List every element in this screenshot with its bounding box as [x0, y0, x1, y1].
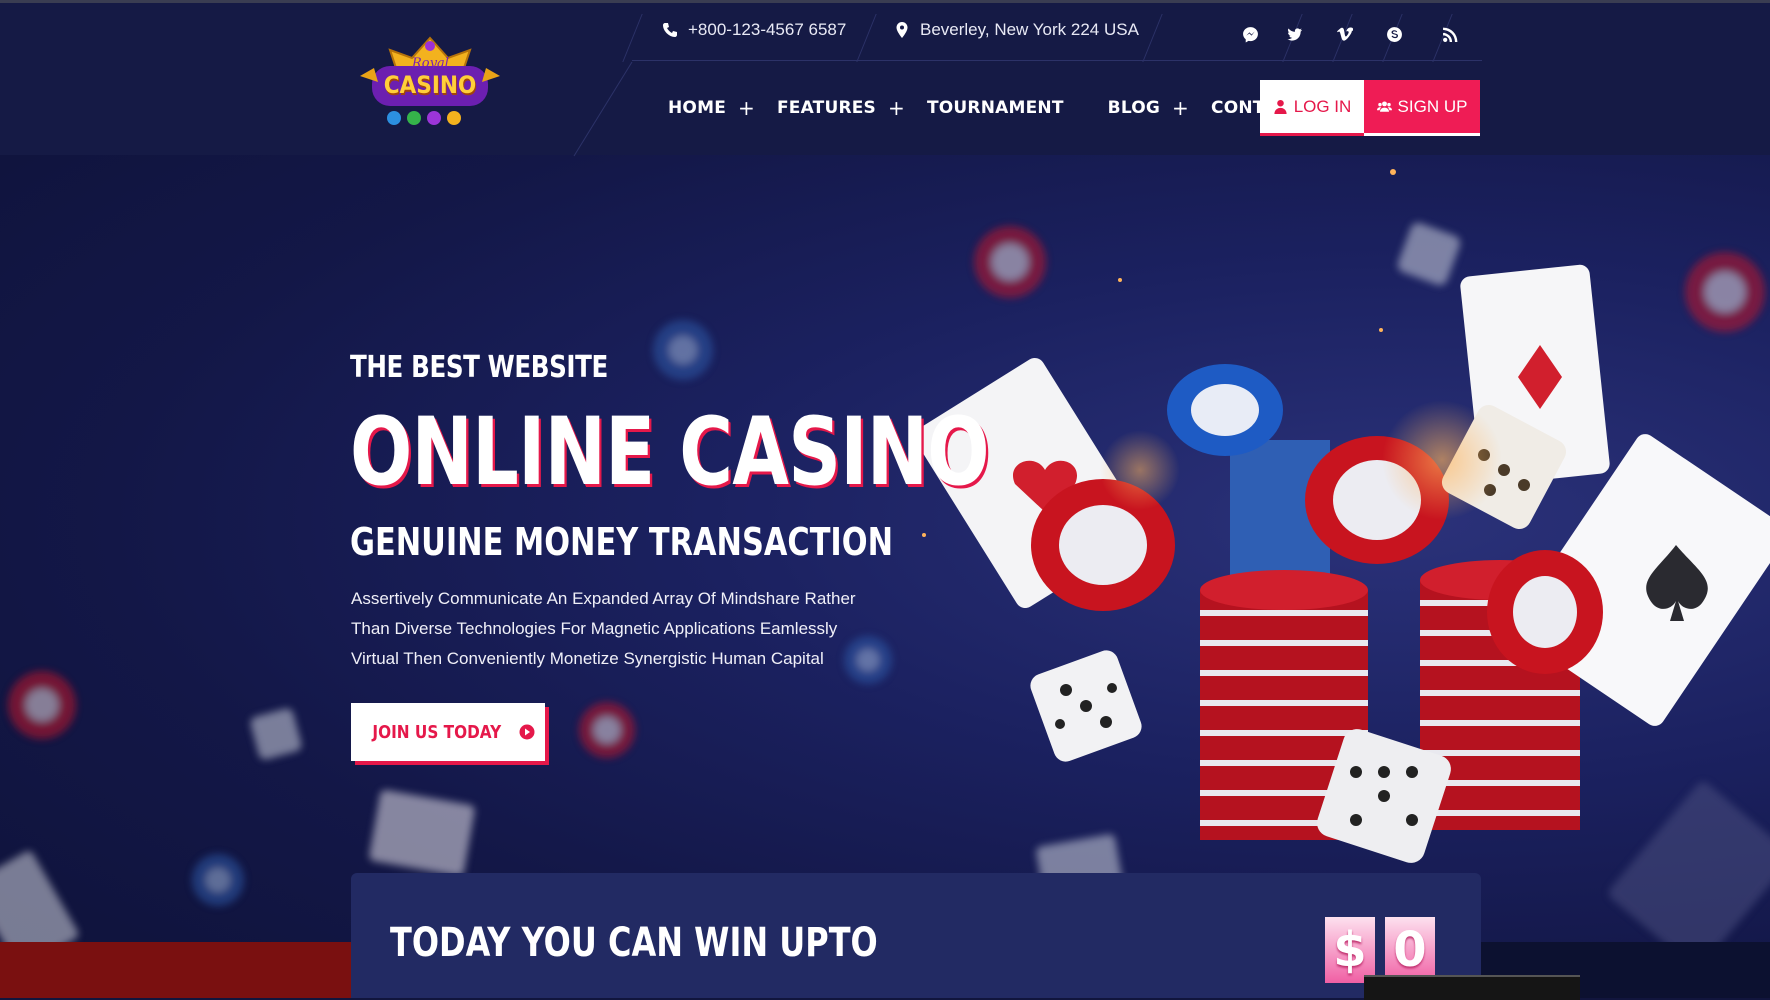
jackpot-title: TODAY YOU CAN WIN UPTO — [390, 920, 878, 966]
address-contact: Beverley, New York 224 USA — [894, 20, 1139, 40]
footer-strip-left — [0, 942, 352, 998]
main-nav: HOME + FEATURES + TOURNAMENT BLOG + CONTACT — [668, 90, 1323, 126]
hero-title: ONLINE CASINO — [350, 398, 990, 507]
messenger-icon[interactable] — [1238, 22, 1262, 46]
submenu-plus-icon[interactable]: + — [1172, 96, 1189, 120]
vimeo-icon[interactable] — [1332, 22, 1356, 46]
rss-icon[interactable] — [1438, 22, 1462, 46]
phone-number: +800-123-4567 6587 — [688, 20, 847, 39]
nav-blog[interactable]: BLOG + — [1108, 96, 1189, 120]
skype-icon[interactable] — [1382, 22, 1406, 46]
hero-subtitle: THE BEST WEBSITE — [350, 350, 608, 385]
play-circle-icon — [519, 724, 535, 740]
nav-features-label: FEATURES — [776, 98, 876, 118]
description-line: Virtual Then Conveniently Monetize Syner… — [351, 649, 824, 668]
signup-button[interactable]: SIGN UP — [1364, 80, 1480, 136]
nav-features[interactable]: FEATURES + — [777, 96, 905, 120]
header-divider-line — [573, 61, 633, 157]
users-icon — [1376, 101, 1392, 112]
hero-description: Assertively Communicate An Expanded Arra… — [351, 584, 911, 674]
twitter-icon[interactable] — [1282, 22, 1306, 46]
divider — [1142, 14, 1163, 62]
contact-topbar: +800-123-4567 6587 Beverley, New York 22… — [622, 10, 1482, 62]
hero-tagline: GENUINE MONEY TRANSACTION — [350, 520, 894, 564]
divider — [856, 14, 877, 62]
map-marker-icon — [896, 22, 908, 38]
join-us-label: JOIN US TODAY — [372, 721, 502, 743]
royal-casino-logo[interactable]: Royal CASINO — [352, 32, 508, 128]
submenu-plus-icon[interactable]: + — [738, 96, 755, 120]
nav-home[interactable]: HOME + — [668, 96, 755, 120]
nav-home-label: HOME — [668, 98, 727, 118]
nav-tournament-label: TOURNAMENT — [926, 98, 1064, 118]
jackpot-counter-digit: 0 — [1385, 917, 1435, 983]
video-thumbnail[interactable] — [1364, 975, 1580, 1000]
jackpot-counter-digit: $ — [1325, 917, 1375, 983]
login-label: LOG IN — [1293, 96, 1352, 116]
address-text: Beverley, New York 224 USA — [920, 20, 1139, 39]
signup-label: SIGN UP — [1397, 96, 1468, 116]
logo-tagline: Royal — [412, 56, 449, 71]
description-line: Assertively Communicate An Expanded Arra… — [351, 589, 856, 608]
nav-tournament[interactable]: TOURNAMENT — [927, 98, 1064, 118]
phone-contact[interactable]: +800-123-4567 6587 — [662, 20, 846, 40]
submenu-plus-icon[interactable]: + — [888, 96, 905, 120]
user-icon — [1274, 99, 1287, 114]
description-line: Than Diverse Technologies For Magnetic A… — [351, 619, 838, 638]
join-us-button[interactable]: JOIN US TODAY — [351, 703, 545, 761]
logo-wordmark: CASINO — [383, 71, 477, 99]
phone-icon — [663, 23, 677, 37]
login-button[interactable]: LOG IN — [1260, 80, 1364, 136]
casino-artwork — [0, 169, 1770, 969]
nav-blog-label: BLOG — [1107, 98, 1161, 118]
